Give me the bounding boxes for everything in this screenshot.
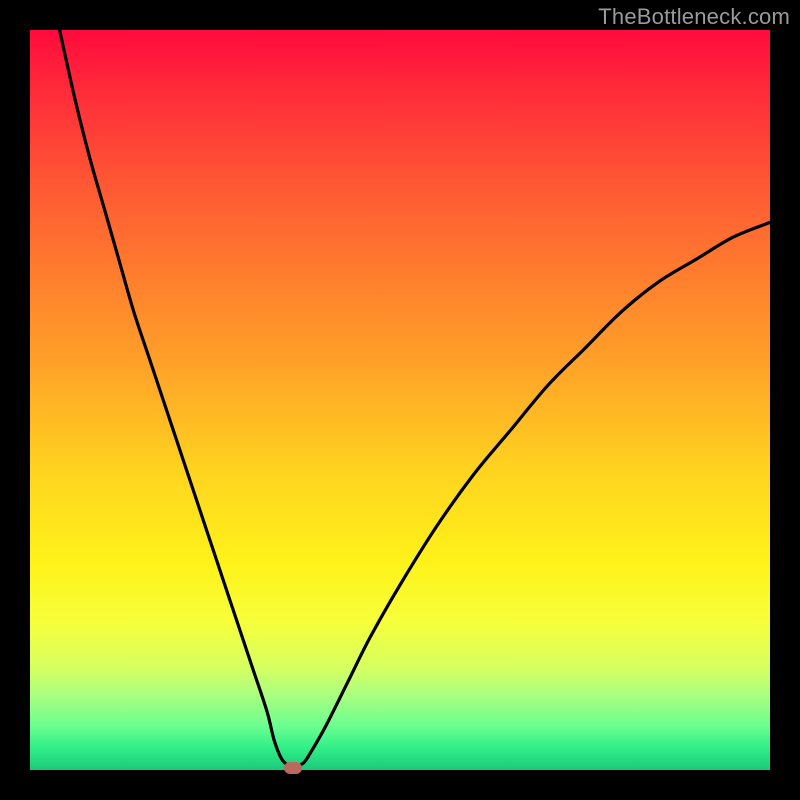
chart-frame: TheBottleneck.com: [0, 0, 800, 800]
curve-svg: [30, 30, 770, 770]
curve-right-branch: [296, 222, 770, 766]
min-point-marker: [284, 762, 302, 774]
watermark-label: TheBottleneck.com: [598, 4, 790, 30]
curve-left-branch: [60, 30, 289, 766]
plot-area: [30, 30, 770, 770]
